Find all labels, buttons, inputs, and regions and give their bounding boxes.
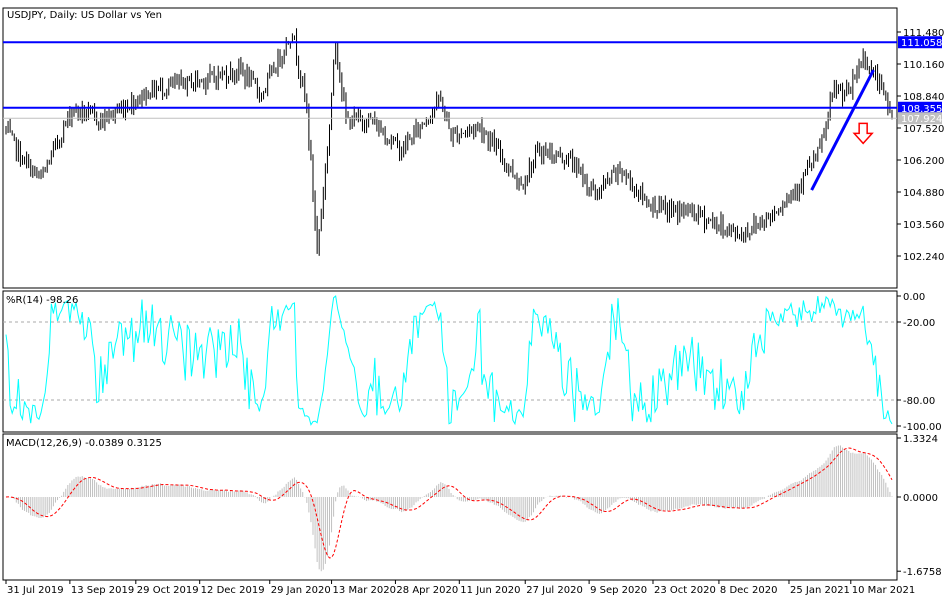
macd-panel-frame — [3, 434, 897, 580]
macd-tick-label: -1.6758 — [903, 567, 942, 578]
chart-window[interactable]: 111.480110.160108.840107.520106.200104.8… — [0, 0, 950, 600]
time-tick-label: 12 Dec 2019 — [201, 585, 265, 596]
time-tick-label: 27 Jul 2020 — [526, 585, 583, 596]
wpr-tick-label: -20.00 — [903, 318, 935, 329]
current-price-tag: 107.924 — [901, 114, 942, 125]
time-tick-label: 29 Jan 2020 — [271, 585, 331, 596]
price-tick-label: 104.880 — [903, 188, 944, 199]
wpr-tick-label: 0.00 — [903, 292, 925, 303]
time-tick-label: 9 Sep 2020 — [590, 585, 647, 596]
time-tick-label: 8 Dec 2020 — [720, 585, 778, 596]
time-tick-label: 25 Jan 2021 — [790, 585, 850, 596]
price-tick-label: 102.240 — [903, 252, 944, 263]
time-tick-label: 29 Oct 2019 — [137, 585, 199, 596]
price-panel-frame — [3, 8, 897, 288]
price-tick-label: 107.520 — [903, 124, 944, 135]
time-tick-label: 11 Jun 2020 — [460, 585, 520, 596]
price-tick-label: 103.560 — [903, 220, 944, 231]
wpr-panel-frame — [3, 291, 897, 432]
wpr-label: %R(14) -98.26 — [6, 295, 78, 306]
wpr-panel[interactable] — [3, 291, 897, 432]
wpr-tick-label: -100.00 — [903, 422, 942, 433]
price-tick-label: 108.840 — [903, 92, 944, 103]
macd-panel[interactable] — [3, 434, 897, 580]
time-tick-label: 31 Jul 2019 — [7, 585, 64, 596]
time-tick-label: 23 Oct 2020 — [654, 585, 716, 596]
time-tick-label: 10 Mar 2021 — [852, 585, 915, 596]
macd-label: MACD(12,26,9) -0.0389 0.3125 — [6, 438, 162, 449]
price-tick-label: 110.160 — [903, 60, 944, 71]
macd-tick-label: 0.0000 — [903, 493, 938, 504]
time-tick-label: 28 Apr 2020 — [396, 585, 458, 596]
chart-title: USDJPY, Daily: US Dollar vs Yen — [7, 10, 162, 21]
price-panel[interactable] — [3, 8, 897, 288]
time-tick-label: 13 Mar 2020 — [333, 585, 396, 596]
time-tick-label: 13 Sep 2019 — [71, 585, 134, 596]
macd-tick-label: 1.3324 — [903, 434, 938, 445]
wpr-tick-label: -80.00 — [903, 396, 935, 407]
price-tick-label: 106.200 — [903, 156, 944, 167]
resistance-price-tag: 111.058 — [901, 38, 942, 49]
